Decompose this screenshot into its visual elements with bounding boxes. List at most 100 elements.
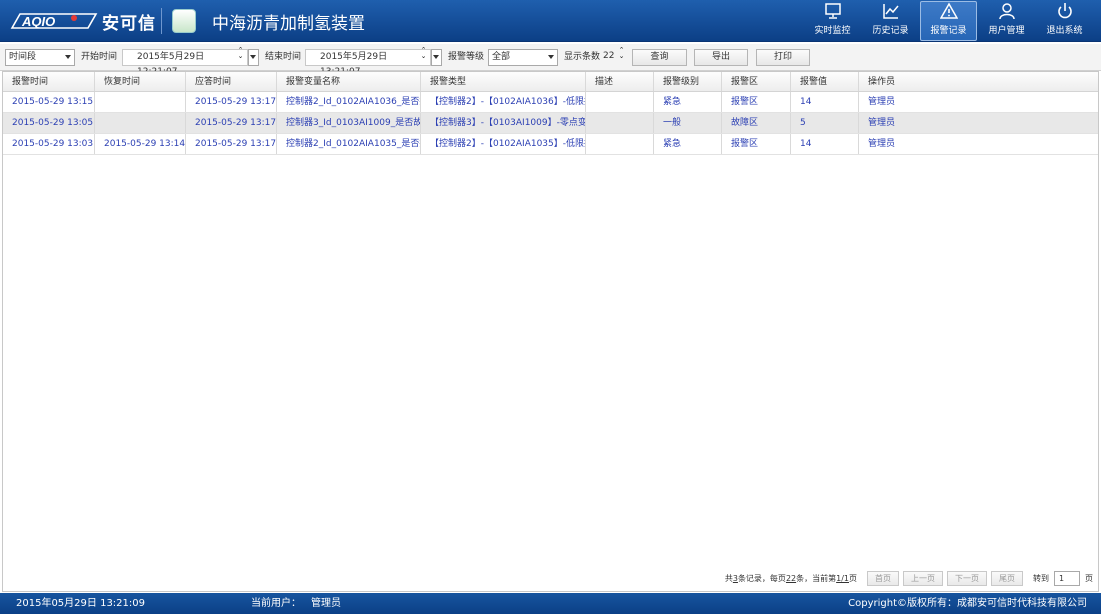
cell-alarm-level: 一般 bbox=[654, 113, 722, 133]
cell-alarm-time: 2015-05-29 13:03:19 bbox=[3, 134, 95, 154]
cell-alarm-zone: 故障区 bbox=[722, 113, 791, 133]
display-count-value: 22 bbox=[603, 51, 615, 61]
col-alarm-time[interactable]: 报警时间 bbox=[3, 72, 95, 91]
app-header: AQIO 安可信 中海沥青加制氢装置 实时监控 历史记录 报警记录 用户管理 退… bbox=[0, 0, 1101, 42]
footer-copyright: Copyright©版权所有：成都安可信时代科技有限公司 bbox=[848, 598, 1087, 609]
cell-ack-time: 2015-05-29 13:17:33 bbox=[186, 92, 277, 112]
cell-ack-time: 2015-05-29 13:17:33 bbox=[186, 134, 277, 154]
cell-alarm-type: 【控制器3】-【0103AI1009】-零点变化 bbox=[421, 113, 586, 133]
cell-alarm-value: 14 bbox=[791, 92, 859, 112]
cell-alarm-time: 2015-05-29 13:05:19 bbox=[3, 113, 95, 133]
current-user-name: 管理员 bbox=[311, 598, 341, 609]
period-select-value: 时间段 bbox=[9, 52, 37, 62]
current-user-label: 当前用户： bbox=[251, 598, 301, 609]
power-icon bbox=[1057, 3, 1072, 19]
col-description[interactable]: 描述 bbox=[586, 72, 654, 91]
chevron-down-icon bbox=[433, 55, 439, 59]
cell-variable-name: 控制器3_Id_0103AI1009_是否故障 bbox=[277, 113, 421, 133]
col-alarm-zone[interactable]: 报警区 bbox=[722, 72, 791, 91]
nav-label: 退出系统 bbox=[1046, 26, 1083, 36]
cell-recover-time bbox=[95, 92, 186, 112]
cell-variable-name: 控制器2_Id_0102AIA1035_是否报警 bbox=[277, 134, 421, 154]
alarm-level-value: 全部 bbox=[492, 52, 511, 62]
table-header: 报警时间 恢复时间 应答时间 报警变量名称 报警类型 描述 报警级别 报警区 报… bbox=[3, 72, 1098, 92]
alarm-table: 报警时间 恢复时间 应答时间 报警变量名称 报警类型 描述 报警级别 报警区 报… bbox=[3, 72, 1098, 155]
cell-alarm-level: 紧急 bbox=[654, 134, 722, 154]
company-logo: AQIO 安可信 bbox=[8, 7, 156, 35]
print-button[interactable]: 打印 bbox=[756, 49, 810, 66]
cell-alarm-zone: 报警区 bbox=[722, 134, 791, 154]
nav-exit[interactable]: 退出系统 bbox=[1036, 0, 1093, 40]
top-nav: 实时监控 历史记录 报警记录 用户管理 退出系统 bbox=[803, 0, 1093, 42]
brand-name: 安可信 bbox=[102, 13, 156, 34]
pagination: 共3条记录，每页22条，当前第1/1页 首页 上一页 下一页 尾页 转到 1 页 bbox=[725, 570, 1093, 586]
app-title: 中海沥青加制氢装置 bbox=[212, 14, 365, 34]
export-button[interactable]: 导出 bbox=[694, 49, 748, 66]
start-time-dropdown[interactable] bbox=[248, 49, 259, 66]
col-alarm-type[interactable]: 报警类型 bbox=[421, 72, 586, 91]
svg-text:AQIO: AQIO bbox=[21, 14, 55, 29]
per-page-count: 22 bbox=[785, 573, 797, 583]
cell-operator: 管理员 bbox=[868, 97, 896, 107]
start-time-spinner-icon[interactable]: ⌃ ⌄ bbox=[236, 44, 245, 61]
goto-page-input[interactable]: 1 bbox=[1054, 570, 1080, 586]
footer-current-user: 当前用户： 管理员 bbox=[251, 593, 341, 614]
logo-mark: AQIO bbox=[8, 10, 98, 32]
table-row[interactable]: 2015-05-29 13:15:24 2015-05-29 13:17:33 … bbox=[3, 92, 1098, 113]
cell-ack-time: 2015-05-29 13:17:33 bbox=[186, 113, 277, 133]
last-page-button[interactable]: 尾页 bbox=[991, 570, 1023, 586]
cell-alarm-value: 5 bbox=[791, 113, 859, 133]
col-alarm-value[interactable]: 报警值 bbox=[791, 72, 859, 91]
cell-description bbox=[586, 113, 654, 133]
chart-line-icon bbox=[882, 4, 899, 19]
nav-user-management[interactable]: 用户管理 bbox=[978, 0, 1035, 40]
start-time-label: 开始时间 bbox=[81, 52, 118, 62]
period-select[interactable]: 时间段 bbox=[5, 49, 75, 66]
status-footer: 2015年05月29日 13:21:09 当前用户： 管理员 Copyright©… bbox=[0, 593, 1101, 614]
nav-label: 报警记录 bbox=[930, 26, 967, 36]
cell-recover-time: 2015-05-29 13:14:21 bbox=[95, 134, 186, 154]
col-variable-name[interactable]: 报警变量名称 bbox=[277, 72, 421, 91]
goto-label: 转到 bbox=[1033, 573, 1049, 583]
display-count-spinner-icon[interactable]: ⌃ ⌄ bbox=[617, 44, 626, 61]
monitor-icon bbox=[824, 3, 841, 19]
end-time-spinner-icon[interactable]: ⌃ ⌄ bbox=[419, 44, 428, 61]
end-time-input[interactable]: 2015年5月29日 13:21:07 bbox=[305, 49, 431, 77]
cell-operator: 管理员 bbox=[868, 139, 896, 149]
col-recover-time[interactable]: 恢复时间 bbox=[95, 72, 186, 91]
col-operator[interactable]: 操作员 bbox=[859, 72, 1098, 91]
col-alarm-level[interactable]: 报警级别 bbox=[654, 72, 722, 91]
start-time-input[interactable]: 2015年5月29日 12:21:07 bbox=[122, 49, 248, 77]
app-icon bbox=[172, 9, 196, 33]
prev-page-button[interactable]: 上一页 bbox=[903, 570, 943, 586]
table-row[interactable]: 2015-05-29 13:05:19 2015-05-29 13:17:33 … bbox=[3, 113, 1098, 134]
alarm-level-label: 报警等级 bbox=[448, 52, 485, 62]
nav-realtime-monitor[interactable]: 实时监控 bbox=[804, 0, 861, 40]
cell-description bbox=[586, 92, 654, 112]
end-time-dropdown[interactable] bbox=[431, 49, 442, 66]
user-icon bbox=[998, 3, 1015, 20]
nav-label: 历史记录 bbox=[872, 26, 909, 36]
cell-alarm-value: 14 bbox=[791, 134, 859, 154]
query-button[interactable]: 查询 bbox=[632, 49, 687, 66]
cell-recover-time bbox=[95, 113, 186, 133]
nav-label: 实时监控 bbox=[814, 26, 851, 36]
col-ack-time[interactable]: 应答时间 bbox=[186, 72, 277, 91]
cell-alarm-level: 紧急 bbox=[654, 92, 722, 112]
table-row[interactable]: 2015-05-29 13:03:19 2015-05-29 13:14:21 … bbox=[3, 134, 1098, 155]
chevron-down-icon bbox=[548, 55, 554, 59]
next-page-button[interactable]: 下一页 bbox=[947, 570, 987, 586]
cell-alarm-time: 2015-05-29 13:15:24 bbox=[3, 92, 95, 112]
footer-datetime: 2015年05月29日 13:21:09 bbox=[16, 598, 145, 609]
chevron-down-icon bbox=[250, 55, 256, 59]
pagination-info: 共3条记录，每页22条，当前第1/1页 bbox=[724, 573, 857, 583]
first-page-button[interactable]: 首页 bbox=[867, 570, 899, 586]
nav-history[interactable]: 历史记录 bbox=[862, 0, 919, 40]
cell-alarm-type: 【控制器2】-【0102AIA1036】-低限报警 bbox=[421, 92, 586, 112]
display-count-label: 显示条数 bbox=[564, 52, 601, 62]
alarm-level-select[interactable]: 全部 bbox=[488, 49, 558, 66]
cell-alarm-zone: 报警区 bbox=[722, 92, 791, 112]
chevron-down-icon bbox=[65, 55, 71, 59]
nav-alarm-records[interactable]: 报警记录 bbox=[920, 1, 977, 41]
end-time-label: 结束时间 bbox=[265, 52, 302, 62]
